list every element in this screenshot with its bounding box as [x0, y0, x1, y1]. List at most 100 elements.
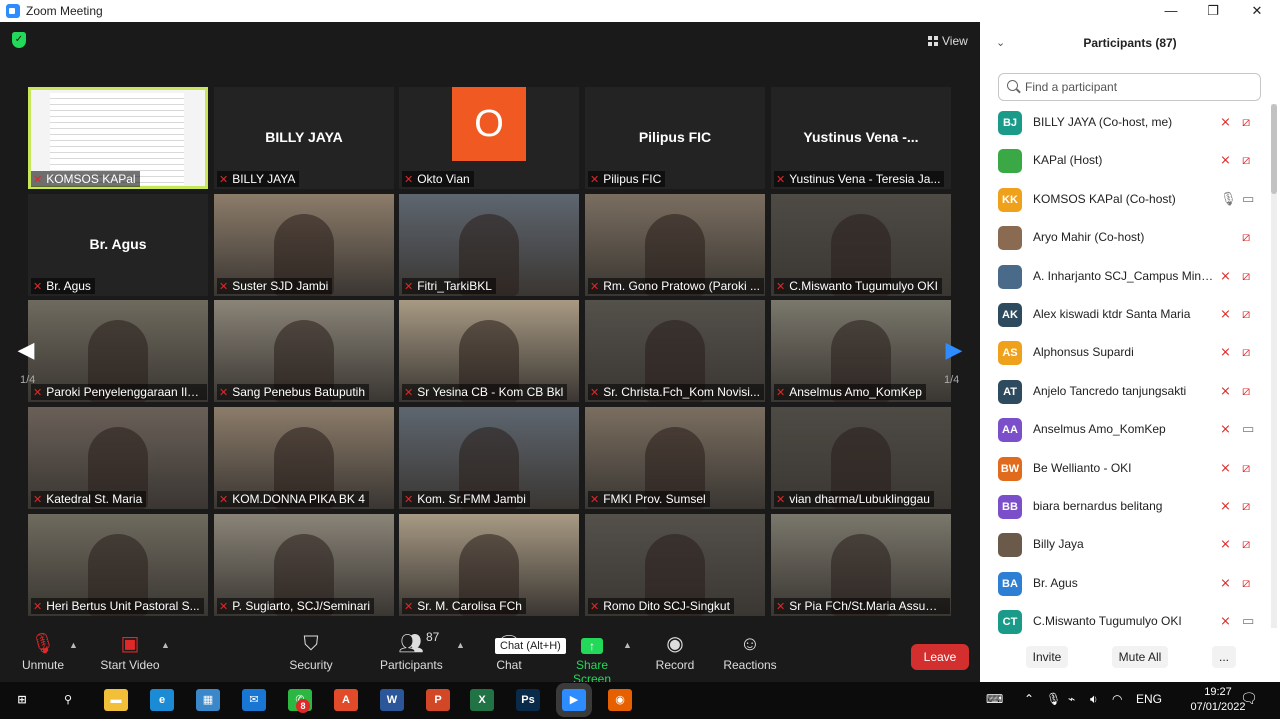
participant-row[interactable]: KAPal (Host) ⨯ ⧄: [980, 142, 1270, 180]
participant-search-input[interactable]: [1025, 78, 1255, 96]
video-tile[interactable]: Pilipus FIC ✕ Pilipus FIC: [585, 87, 765, 189]
video-tile[interactable]: Br. Agus ✕ Br. Agus: [28, 194, 208, 296]
video-tile[interactable]: ✕ Rm. Gono Pratowo (Paroki ...: [585, 194, 765, 296]
file-explorer-icon[interactable]: ▬: [104, 689, 128, 711]
restore-button[interactable]: ❐: [1190, 0, 1236, 22]
video-tile[interactable]: ✕ C.Miswanto Tugumulyo OKI: [771, 194, 951, 296]
video-tile[interactable]: ✕ KOMSOS KAPal: [28, 87, 208, 189]
video-tile[interactable]: ✕ Sr Yesina CB - Kom CB Bkl: [399, 300, 579, 402]
record-button[interactable]: ◉ Record: [652, 630, 698, 672]
reactions-label: Reactions: [723, 658, 777, 672]
share-options-caret-icon[interactable]: ▲: [623, 640, 632, 650]
participant-row[interactable]: BJ BILLY JAYA (Co-host, me) ⨯ ⧄: [980, 104, 1270, 142]
video-off-icon: ⧄: [1242, 152, 1251, 168]
video-tile[interactable]: ✕ Katedral St. Maria: [28, 407, 208, 509]
volume-icon[interactable]: 🔉︎: [1090, 692, 1098, 707]
collapse-chevron-down-icon[interactable]: ⌄: [996, 22, 1005, 64]
participants-options-caret-icon[interactable]: ▲: [456, 640, 465, 650]
participant-row[interactable]: BA Br. Agus ⨯ ⧄: [980, 565, 1270, 603]
reactions-button[interactable]: ☺ Reactions: [722, 630, 778, 672]
input-language[interactable]: ENG: [1136, 692, 1162, 706]
participant-row[interactable]: Aryo Mahir (Co-host) ⧄: [980, 219, 1270, 257]
participant-row[interactable]: CT C.Miswanto Tugumulyo OKI ⨯ ▭: [980, 603, 1270, 641]
zoom-icon[interactable]: ▶: [562, 689, 586, 711]
excel-icon[interactable]: X: [470, 689, 494, 711]
mic-muted-icon: ✕: [776, 601, 786, 613]
close-button[interactable]: ✕: [1234, 0, 1280, 22]
participant-row[interactable]: AS Alphonsus Supardi ⨯ ⧄: [980, 334, 1270, 372]
participant-avatar: [998, 149, 1022, 174]
video-tile[interactable]: ✕ Sr. Christa.Fch_Kom Novisi...: [585, 300, 765, 402]
video-tile[interactable]: ✕ Romo Dito SCJ-Singkut: [585, 514, 765, 616]
photos-icon[interactable]: ▦: [196, 689, 220, 711]
video-tile[interactable]: ✕ Sr Pia FCh/St.Maria Assumt...: [771, 514, 951, 616]
notifications-icon[interactable]: 🗨︎: [1240, 690, 1258, 707]
unmute-button[interactable]: 🎙︎ Unmute: [20, 630, 66, 672]
video-tile[interactable]: ✕ Kom. Sr.FMM Jambi: [399, 407, 579, 509]
participant-list-scrollbar[interactable]: [1271, 104, 1277, 628]
participant-row[interactable]: A. Inharjanto SCJ_Campus Minis... ⨯ ⧄: [980, 258, 1270, 296]
word-icon[interactable]: W: [380, 689, 404, 711]
video-tile[interactable]: BILLY JAYA ✕ BILLY JAYA: [214, 87, 394, 189]
minimize-button[interactable]: —: [1148, 0, 1194, 22]
participant-name-text: Okto Vian: [417, 172, 470, 186]
participant-name: biara bernardus belitang: [1033, 499, 1163, 513]
audio-options-caret-icon[interactable]: ▲: [69, 640, 78, 650]
system-clock[interactable]: 19:27 07/01/2022: [1190, 685, 1246, 715]
participants-label: Participants: [380, 658, 443, 672]
start-video-button[interactable]: ▣ Start Video: [100, 630, 160, 672]
video-tile[interactable]: ✕ Fitri_TarkiBKL: [399, 194, 579, 296]
edge-icon[interactable]: e: [150, 689, 174, 711]
microphone-tray-icon[interactable]: 🎙︎: [1046, 692, 1061, 706]
video-tile[interactable]: ✕ FMKI Prov. Sumsel: [585, 407, 765, 509]
keyboard-icon[interactable]: ⌨: [986, 692, 1003, 706]
wifi-icon[interactable]: ◠: [1112, 692, 1122, 706]
scrollbar-thumb[interactable]: [1271, 104, 1277, 194]
powerpoint-icon[interactable]: P: [426, 689, 450, 711]
more-options-button[interactable]: ...: [1212, 646, 1236, 668]
participant-name: Be Wellianto - OKI: [1033, 460, 1132, 475]
view-button[interactable]: View: [922, 30, 974, 52]
participant-name-text: FMKI Prov. Sumsel: [603, 492, 706, 506]
leave-button[interactable]: Leave: [911, 644, 969, 670]
windows-start-icon[interactable]: ⊞: [10, 689, 34, 711]
video-tile[interactable]: Yustinus Vena -... ✕ Yustinus Vena - Teres…: [771, 87, 951, 189]
participant-row[interactable]: BW Be Wellianto - OKI ⨯ ⧄: [980, 450, 1270, 488]
mute-all-button[interactable]: Mute All: [1112, 646, 1168, 668]
video-tile[interactable]: ✕ P. Sugiarto, SCJ/Seminari: [214, 514, 394, 616]
participant-row[interactable]: AK Alex kiswadi ktdr Santa Maria ⨯ ⧄: [980, 296, 1270, 334]
video-tile[interactable]: ✕ Paroki Penyelenggaraan Ila...: [28, 300, 208, 402]
network-icon[interactable]: ⌁: [1068, 692, 1075, 706]
invite-button[interactable]: Invite: [1026, 646, 1068, 668]
mic-on-icon: 🎙︎: [1220, 190, 1237, 206]
participant-name-text: Pilipus FIC: [603, 172, 662, 186]
photoshop-icon[interactable]: Ps: [516, 689, 540, 711]
video-tile[interactable]: ✕ Sr. M. Carolisa FCh: [399, 514, 579, 616]
video-tile[interactable]: ✕ Sang Penebus Batuputih: [214, 300, 394, 402]
video-tile[interactable]: ✕ Suster SJD Jambi: [214, 194, 394, 296]
video-tile[interactable]: O ✕ Okto Vian: [399, 87, 579, 189]
encryption-shield-icon[interactable]: ✓: [12, 32, 26, 48]
participant-row[interactable]: KK KOMSOS KAPal (Co-host) 🎙︎ ▭: [980, 181, 1270, 219]
participant-row[interactable]: BB biara bernardus belitang ⨯ ⧄: [980, 488, 1270, 526]
video-tile[interactable]: ✕ Anselmus Amo_KomKep: [771, 300, 951, 402]
participant-row[interactable]: Billy Jaya ⨯ ⧄: [980, 526, 1270, 564]
window-title: Zoom Meeting: [26, 4, 103, 18]
search-icon[interactable]: ⚲: [56, 689, 80, 711]
mic-muted-icon: ⨯: [1220, 152, 1231, 168]
mail-icon[interactable]: ✉: [242, 689, 266, 711]
mic-muted-icon: ✕: [590, 387, 600, 399]
mic-muted-icon: ⨯: [1220, 574, 1231, 590]
share-screen-button[interactable]: ↑ Share Screen: [556, 630, 628, 686]
security-button[interactable]: ⛉ Security: [288, 630, 334, 672]
video-tile[interactable]: ✕ KOM.DONNA PIKA BK 4: [214, 407, 394, 509]
firefox-icon[interactable]: ◉: [608, 689, 632, 711]
participant-row[interactable]: AA Anselmus Amo_KomKep ⨯ ▭: [980, 411, 1270, 449]
participant-search[interactable]: [998, 73, 1261, 101]
acrobat-icon[interactable]: A: [334, 689, 358, 711]
video-tile[interactable]: ✕ Heri Bertus Unit Pastoral S...: [28, 514, 208, 616]
video-options-caret-icon[interactable]: ▲: [161, 640, 170, 650]
show-hidden-icons-chevron-icon[interactable]: ⌃: [1024, 692, 1034, 706]
participant-row[interactable]: AT Anjelo Tancredo tanjungsakti ⨯ ⧄: [980, 373, 1270, 411]
video-tile[interactable]: ✕ vian dharma/Lubuklinggau: [771, 407, 951, 509]
